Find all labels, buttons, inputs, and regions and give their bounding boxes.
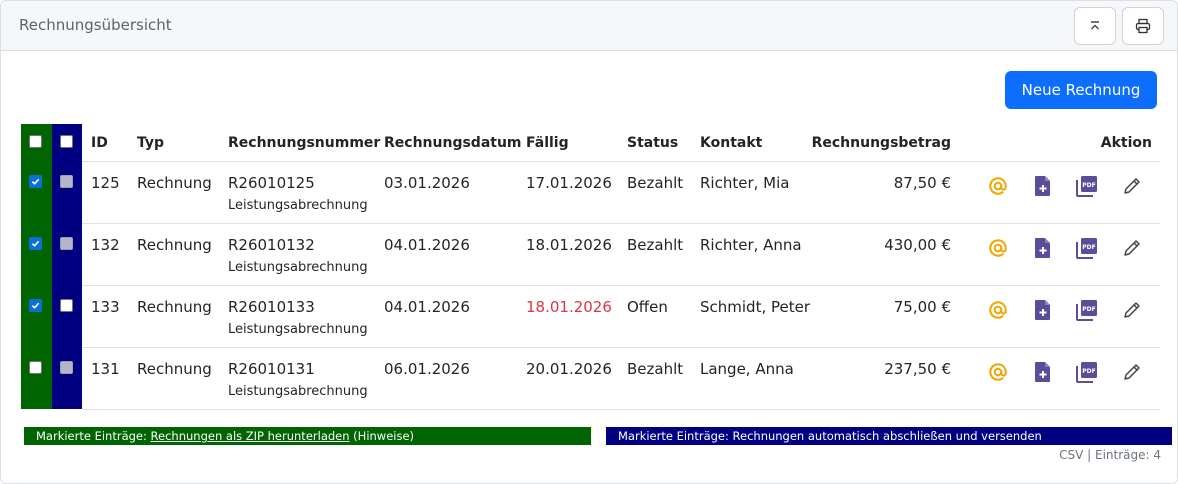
- cell-number-subtitle: Leistungsabrechnung: [228, 260, 368, 275]
- cell-due: 20.01.2026: [526, 360, 612, 378]
- edit-pencil-icon[interactable]: [1120, 236, 1144, 260]
- email-icon[interactable]: [986, 174, 1010, 198]
- cell-id: 133: [91, 298, 120, 316]
- select-all-zip-checkbox[interactable]: [29, 135, 42, 148]
- row-zip-checkbox[interactable]: [29, 361, 42, 374]
- edit-pencil-icon[interactable]: [1120, 360, 1144, 384]
- row-send-checkbox[interactable]: [60, 299, 73, 312]
- cell-status: Bezahlt: [627, 174, 684, 192]
- row-send-checkbox: [60, 175, 73, 188]
- col-header-id[interactable]: ID: [91, 135, 108, 151]
- cell-number: R26010132: [228, 236, 315, 254]
- bulk-zip-prefix: Markierte Einträge:: [36, 429, 151, 443]
- footer-separator: |: [1083, 448, 1095, 462]
- cell-status: Offen: [627, 298, 668, 316]
- row-send-checkbox: [60, 361, 73, 374]
- col-header-due[interactable]: Fällig: [526, 135, 569, 151]
- table-footer-info: CSV | Einträge: 4: [1059, 448, 1161, 462]
- page-title: Rechnungsübersicht: [19, 16, 172, 34]
- cell-date: 03.01.2026: [384, 174, 470, 192]
- select-all-send-checkbox[interactable]: [60, 135, 73, 148]
- cell-type: Rechnung: [137, 174, 212, 192]
- email-icon[interactable]: [986, 236, 1010, 260]
- svg-text:PDF: PDF: [1082, 182, 1095, 189]
- col-header-contact[interactable]: Kontakt: [700, 135, 762, 151]
- pdf-icon[interactable]: PDF: [1075, 298, 1099, 322]
- bulk-zip-bar: Markierte Einträge: Rechnungen als ZIP h…: [24, 427, 591, 445]
- svg-text:PDF: PDF: [1082, 368, 1095, 375]
- cell-contact: Schmidt, Peter: [700, 298, 811, 316]
- add-document-icon[interactable]: [1031, 298, 1055, 322]
- col-header-amount[interactable]: Rechnungsbetrag: [812, 135, 951, 151]
- svg-text:PDF: PDF: [1082, 306, 1095, 313]
- cell-type: Rechnung: [137, 298, 212, 316]
- col-header-action: Aktion: [1100, 135, 1152, 151]
- cell-amount: 430,00 €: [884, 236, 951, 254]
- email-icon[interactable]: [986, 360, 1010, 384]
- cell-contact: Richter, Mia: [700, 174, 790, 192]
- cell-number: R26010133: [228, 298, 315, 316]
- bulk-zip-hints[interactable]: (Hinweise): [350, 429, 414, 443]
- svg-text:PDF: PDF: [1082, 244, 1095, 251]
- card-header: Rechnungsübersicht: [1, 1, 1177, 51]
- cell-date: 06.01.2026: [384, 360, 470, 378]
- row-zip-checkbox[interactable]: [29, 237, 42, 250]
- print-button[interactable]: [1122, 7, 1164, 45]
- cell-amount: 87,50 €: [893, 174, 951, 192]
- cell-type: Rechnung: [137, 236, 212, 254]
- cell-contact: Lange, Anna: [700, 360, 794, 378]
- printer-icon: [1135, 18, 1151, 34]
- pdf-icon[interactable]: PDF: [1075, 236, 1099, 260]
- csv-export-link[interactable]: CSV: [1059, 448, 1083, 462]
- edit-pencil-icon[interactable]: [1120, 298, 1144, 322]
- row-zip-checkbox[interactable]: [29, 175, 42, 188]
- cell-number: R26010131: [228, 360, 315, 378]
- add-document-icon[interactable]: [1031, 174, 1055, 198]
- cell-id: 132: [91, 236, 120, 254]
- cell-date: 04.01.2026: [384, 298, 470, 316]
- col-header-number[interactable]: Rechnungsnummer: [228, 135, 380, 151]
- cell-id: 125: [91, 174, 120, 192]
- row-zip-checkbox[interactable]: [29, 299, 42, 312]
- collapse-button[interactable]: [1074, 7, 1116, 45]
- cell-number-subtitle: Leistungsabrechnung: [228, 198, 368, 213]
- col-header-type[interactable]: Typ: [137, 135, 164, 151]
- entry-count: Einträge: 4: [1094, 448, 1161, 462]
- cell-number: R26010125: [228, 174, 315, 192]
- pdf-icon[interactable]: PDF: [1075, 174, 1099, 198]
- cell-id: 131: [91, 360, 120, 378]
- cell-number-subtitle: Leistungsabrechnung: [228, 322, 368, 337]
- edit-pencil-icon[interactable]: [1120, 174, 1144, 198]
- add-document-icon[interactable]: [1031, 360, 1055, 384]
- bulk-send-text[interactable]: Markierte Einträge: Rechnungen automatis…: [618, 429, 1042, 443]
- cell-date: 04.01.2026: [384, 236, 470, 254]
- cell-due: 18.01.2026: [526, 298, 612, 316]
- row-send-checkbox: [60, 237, 73, 250]
- cell-status: Bezahlt: [627, 360, 684, 378]
- cell-amount: 237,50 €: [884, 360, 951, 378]
- cell-number-subtitle: Leistungsabrechnung: [228, 384, 368, 399]
- cell-contact: Richter, Anna: [700, 236, 802, 254]
- cell-amount: 75,00 €: [893, 298, 951, 316]
- cell-due: 17.01.2026: [526, 174, 612, 192]
- email-icon[interactable]: [986, 298, 1010, 322]
- col-header-status[interactable]: Status: [627, 135, 678, 151]
- cell-type: Rechnung: [137, 360, 212, 378]
- col-header-date[interactable]: Rechnungsdatum: [384, 135, 522, 151]
- cell-due: 18.01.2026: [526, 236, 612, 254]
- new-invoice-button[interactable]: Neue Rechnung: [1005, 71, 1157, 109]
- cell-status: Bezahlt: [627, 236, 684, 254]
- collapse-up-icon: [1091, 21, 1099, 30]
- add-document-icon[interactable]: [1031, 236, 1055, 260]
- bulk-send-bar[interactable]: Markierte Einträge: Rechnungen automatis…: [606, 427, 1172, 445]
- download-zip-link[interactable]: Rechnungen als ZIP herunterladen: [151, 429, 350, 443]
- pdf-icon[interactable]: PDF: [1075, 360, 1099, 384]
